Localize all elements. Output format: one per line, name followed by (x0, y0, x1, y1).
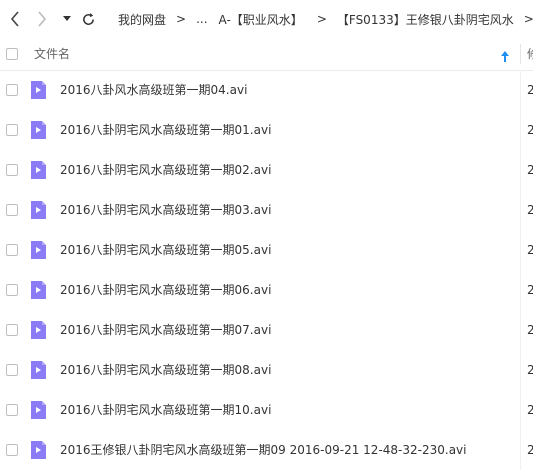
row-checkbox[interactable] (6, 324, 18, 336)
chevron-right-icon (38, 11, 47, 27)
list-item[interactable]: 2016八卦阴宅风水高级班第一期02.avi 2 (0, 150, 533, 190)
history-dropdown-button[interactable] (57, 9, 77, 29)
file-modified: 2 (527, 243, 533, 257)
breadcrumb-folder-current[interactable]: 【FS0133】王修银八卦阴宅风水 (337, 11, 514, 28)
breadcrumb: 我的网盘 > ... A-【职业风水】 > 【FS0133】王修银八卦阴宅风水 … (118, 0, 533, 38)
breadcrumb-separator: > (523, 12, 533, 26)
file-list-header: 文件名 修 (0, 38, 533, 71)
breadcrumb-folder-career-fengshui[interactable]: A-【职业风水】 (219, 11, 303, 28)
file-modified: 2 (527, 83, 533, 97)
file-name[interactable]: 2016八卦风水高级班第一期04.avi (60, 70, 247, 110)
video-file-icon (31, 81, 46, 99)
navigation-bar: 我的网盘 > ... A-【职业风水】 > 【FS0133】王修银八卦阴宅风水 … (0, 0, 533, 38)
row-checkbox[interactable] (6, 404, 18, 416)
list-item[interactable]: 2016八卦风水高级班第一期04.avi 2 (0, 70, 533, 110)
video-file-icon (31, 201, 46, 219)
column-header-filename[interactable]: 文件名 (34, 38, 70, 70)
file-name[interactable]: 2016八卦阴宅风水高级班第一期07.avi (60, 310, 271, 350)
list-item[interactable]: 2016八卦阴宅风水高级班第一期01.avi 2 (0, 110, 533, 150)
column-divider[interactable] (520, 44, 521, 64)
file-modified: 2 (527, 123, 533, 137)
file-name[interactable]: 2016八卦阴宅风水高级班第一期03.avi (60, 190, 271, 230)
row-checkbox[interactable] (6, 204, 18, 216)
breadcrumb-ellipsis[interactable]: ... (196, 12, 207, 26)
file-name[interactable]: 2016八卦阴宅风水高级班第一期08.avi (60, 350, 271, 390)
select-all-checkbox[interactable] (6, 48, 18, 60)
file-modified: 2 (527, 283, 533, 297)
list-item[interactable]: 2016王修银八卦阴宅风水高级班第一期09 2016-09-21 12-48-3… (0, 430, 533, 470)
file-name[interactable]: 2016八卦阴宅风水高级班第一期02.avi (60, 150, 271, 190)
file-modified: 2 (527, 323, 533, 337)
chevron-left-icon (10, 11, 19, 27)
file-name[interactable]: 2016八卦阴宅风水高级班第一期10.avi (60, 390, 271, 430)
file-modified: 2 (527, 363, 533, 377)
file-modified: 2 (527, 163, 533, 177)
column-header-modified[interactable]: 修 (527, 38, 533, 70)
refresh-button[interactable] (78, 9, 98, 29)
row-checkbox[interactable] (6, 364, 18, 376)
video-file-icon (31, 361, 46, 379)
video-file-icon (31, 281, 46, 299)
list-item[interactable]: 2016八卦阴宅风水高级班第一期06.avi 2 (0, 270, 533, 310)
file-name[interactable]: 2016八卦阴宅风水高级班第一期05.avi (60, 230, 271, 270)
video-file-icon (31, 441, 46, 459)
refresh-icon (82, 12, 94, 25)
caret-down-icon (63, 16, 71, 21)
sort-up-arrow-icon[interactable] (501, 47, 509, 66)
breadcrumb-my-drive[interactable]: 我的网盘 (118, 11, 166, 28)
row-checkbox[interactable] (6, 84, 18, 96)
breadcrumb-separator: > (316, 12, 327, 26)
file-modified: 2 (527, 203, 533, 217)
file-modified: 2 (527, 443, 533, 457)
row-checkbox[interactable] (6, 124, 18, 136)
file-name[interactable]: 2016八卦阴宅风水高级班第一期01.avi (60, 110, 271, 150)
breadcrumb-separator: > (176, 12, 187, 26)
video-file-icon (31, 161, 46, 179)
back-button[interactable] (5, 9, 25, 29)
video-file-icon (31, 321, 46, 339)
file-name[interactable]: 2016王修银八卦阴宅风水高级班第一期09 2016-09-21 12-48-3… (60, 430, 466, 470)
list-item[interactable]: 2016八卦阴宅风水高级班第一期08.avi 2 (0, 350, 533, 390)
row-checkbox[interactable] (6, 244, 18, 256)
list-item[interactable]: 2016八卦阴宅风水高级班第一期05.avi 2 (0, 230, 533, 270)
file-name[interactable]: 2016八卦阴宅风水高级班第一期06.avi (60, 270, 271, 310)
video-file-icon (31, 401, 46, 419)
file-modified: 2 (527, 403, 533, 417)
list-item[interactable]: 2016八卦阴宅风水高级班第一期03.avi 2 (0, 190, 533, 230)
row-checkbox[interactable] (6, 444, 18, 456)
row-checkbox[interactable] (6, 164, 18, 176)
list-item[interactable]: 2016八卦阴宅风水高级班第一期07.avi 2 (0, 310, 533, 350)
list-item[interactable]: 2016八卦阴宅风水高级班第一期10.avi 2 (0, 390, 533, 430)
forward-button[interactable] (32, 9, 52, 29)
video-file-icon (31, 121, 46, 139)
video-file-icon (31, 241, 46, 259)
row-checkbox[interactable] (6, 284, 18, 296)
